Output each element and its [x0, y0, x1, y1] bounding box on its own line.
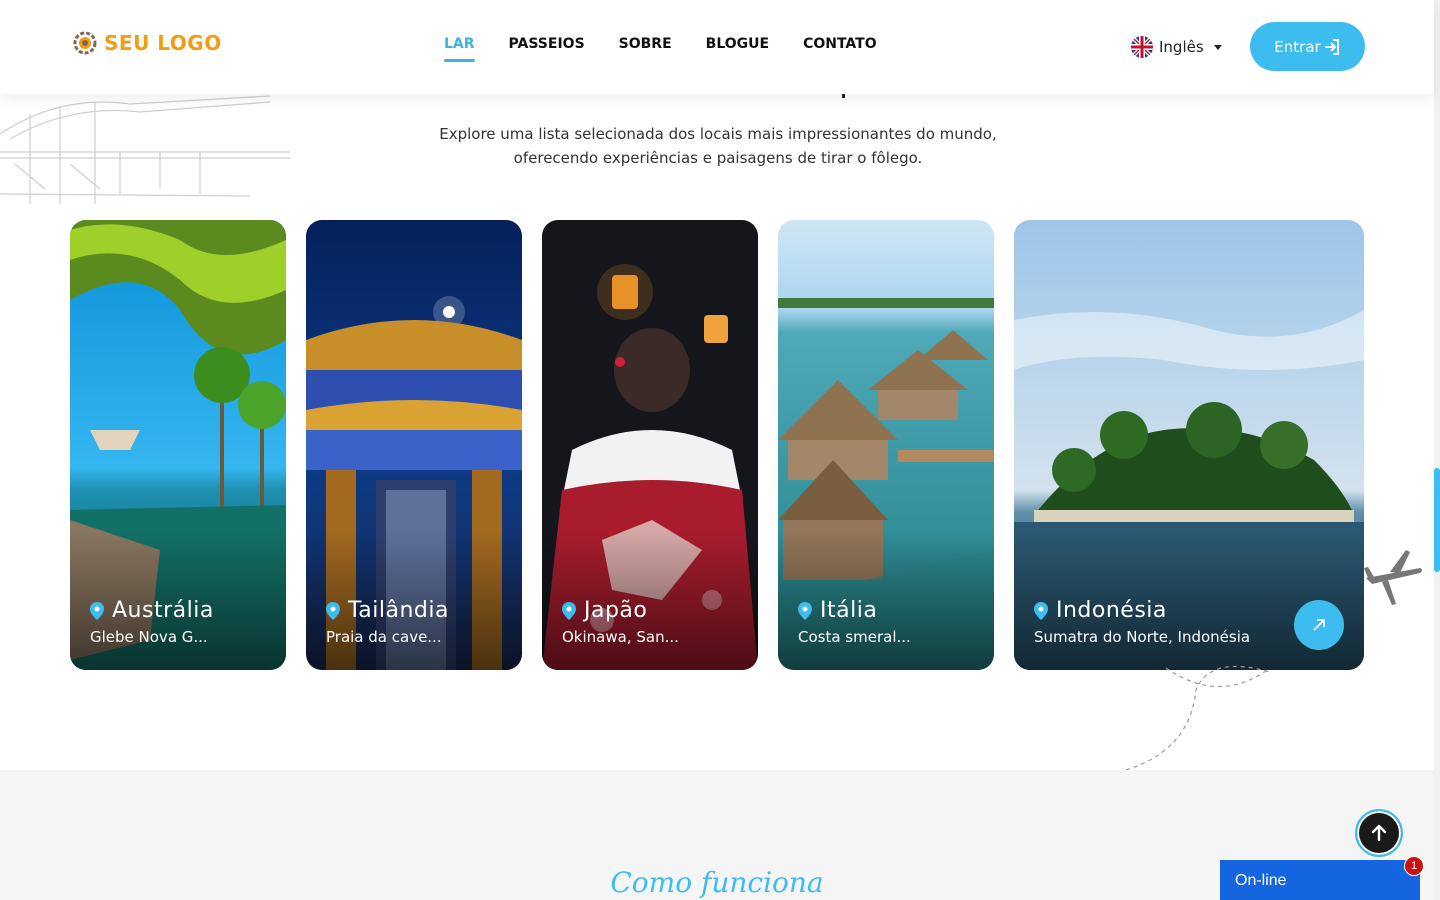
- card-title: Indonésia: [1034, 598, 1167, 623]
- login-button[interactable]: Entrar: [1250, 22, 1365, 71]
- chevron-down-icon: [1213, 44, 1222, 50]
- place-name: Itália: [820, 598, 878, 623]
- back-to-top-button[interactable]: [1355, 809, 1403, 857]
- destination-card-italy[interactable]: Itália Costa smeral...: [778, 220, 994, 670]
- how-it-works-section: Como funciona: [0, 770, 1434, 900]
- card-title: Austrália: [90, 598, 214, 623]
- nav-blog[interactable]: BLOGUE: [706, 36, 769, 60]
- location-pin-icon: [562, 601, 576, 620]
- section-intro: Explore uma lista selecionada dos locais…: [360, 122, 1076, 170]
- intro-line-1: Explore uma lista selecionada dos locais…: [439, 125, 997, 143]
- place-location: Praia da cave...: [326, 628, 442, 646]
- place-location: Okinawa, San...: [562, 628, 679, 646]
- location-pin-icon: [326, 601, 340, 620]
- logo[interactable]: SEU LOGO: [72, 30, 222, 56]
- language-label: Inglês: [1159, 38, 1204, 56]
- place-location: Sumatra do Norte, Indonésia: [1034, 628, 1251, 646]
- uk-flag-icon: [1131, 36, 1153, 58]
- site-header: SEU LOGO LAR PASSEIOS SOBRE BLOGUE CONTA…: [0, 0, 1434, 94]
- destination-card-japan[interactable]: Japão Okinawa, San...: [542, 220, 758, 670]
- main-nav: LAR PASSEIOS SOBRE BLOGUE CONTATO: [444, 36, 877, 62]
- nav-about[interactable]: SOBRE: [619, 36, 672, 60]
- place-name: Japão: [584, 598, 648, 623]
- place-location: Costa smeral...: [798, 628, 911, 646]
- chat-unread-badge: 1: [1404, 856, 1424, 876]
- place-name: Austrália: [112, 598, 214, 623]
- nav-contact[interactable]: CONTATO: [803, 36, 877, 60]
- scrollbar-thumb[interactable]: [1434, 468, 1440, 572]
- login-label: Entrar: [1274, 37, 1321, 56]
- location-pin-icon: [1034, 601, 1048, 620]
- airplane-icon: [1364, 550, 1422, 605]
- nav-tours[interactable]: PASSEIOS: [509, 36, 585, 60]
- flight-path-decoration: [1125, 665, 1271, 771]
- place-location: Glebe Nova G...: [90, 628, 208, 646]
- place-name: Indonésia: [1056, 598, 1167, 623]
- logo-gear-icon: [73, 31, 97, 55]
- arrow-up-icon: [1371, 824, 1387, 842]
- logo-text: SEU LOGO: [104, 31, 222, 55]
- language-selector[interactable]: Inglês: [1131, 36, 1222, 58]
- destination-card-thailand[interactable]: Tailândia Praia da cave...: [306, 220, 522, 670]
- place-name: Tailândia: [348, 598, 449, 623]
- card-title: Japão: [562, 598, 647, 623]
- login-icon: [1324, 38, 1339, 55]
- destination-card-australia[interactable]: Austrália Glebe Nova G...: [70, 220, 286, 670]
- card-title: Tailândia: [326, 598, 449, 623]
- destination-card-indonesia[interactable]: Indonésia Sumatra do Norte, Indonésia: [1014, 220, 1364, 670]
- chat-widget[interactable]: On-line: [1220, 860, 1420, 900]
- bridge-sketch-decoration: [0, 95, 290, 204]
- open-destination-button[interactable]: [1294, 600, 1344, 650]
- intro-line-2: oferecendo experiências e paisagens de t…: [513, 149, 923, 167]
- nav-home[interactable]: LAR: [444, 36, 475, 62]
- how-it-works-title: Como funciona: [610, 866, 824, 899]
- card-title: Itália: [798, 598, 877, 623]
- location-pin-icon: [90, 601, 104, 620]
- location-pin-icon: [798, 601, 812, 620]
- arrow-up-right-icon: [1313, 619, 1325, 631]
- chat-label: On-line: [1235, 872, 1287, 889]
- page-scrollbar[interactable]: [1434, 0, 1440, 900]
